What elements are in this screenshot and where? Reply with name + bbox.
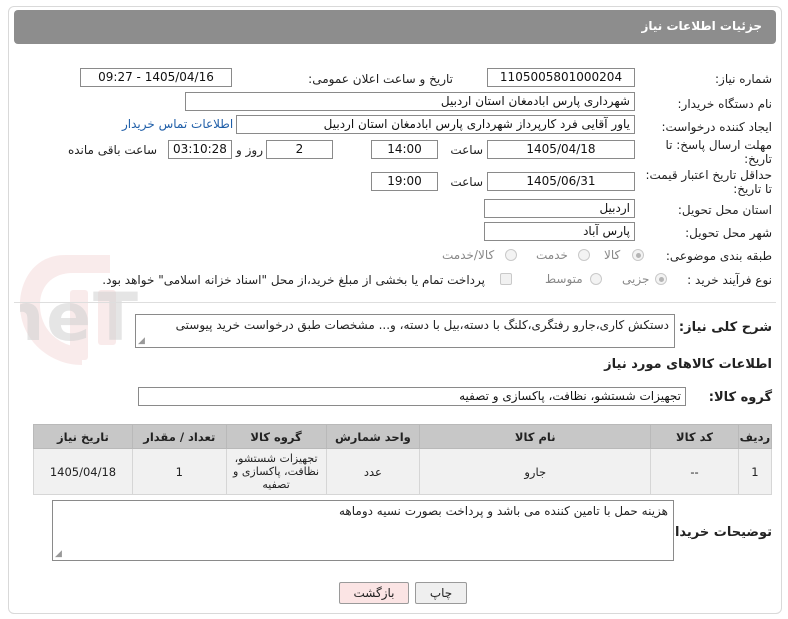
goods-table: ردیف کد کالا نام کالا واحد شمارش گروه کا… — [33, 424, 773, 495]
province-label: استان محل تحویل: — [677, 203, 772, 217]
print-button[interactable]: چاپ — [415, 582, 467, 604]
buyer-notes-label: توضیحات خریدار: — [662, 525, 772, 540]
category-radio-goods[interactable] — [632, 249, 644, 261]
col-row: ردیف — [737, 424, 773, 449]
deadline-label: مهلت ارسال پاسخ: تا — [665, 138, 772, 152]
divider — [14, 302, 776, 303]
description-label: شرح کلی نیاز: — [678, 320, 772, 335]
validity-time-field: 19:00 — [371, 172, 438, 191]
cell-quantity: 1 — [131, 448, 227, 495]
goods-section-title: اطلاعات کالاهای مورد نیاز — [604, 357, 772, 372]
buyer-contact-link[interactable]: اطلاعات تماس خریدار — [122, 117, 233, 131]
announce-date-label: تاریخ و ساعت اعلان عمومی: — [308, 72, 453, 86]
col-unit: واحد شمارش — [325, 424, 421, 449]
requester-field: یاور آقایی فرد کارپرداز شهرداری پارس ابا… — [236, 115, 635, 134]
page-header: جزئیات اطلاعات نیاز — [14, 10, 776, 44]
validity-time-label: ساعت — [450, 175, 483, 189]
cell-code: -- — [650, 448, 739, 495]
cell-unit: عدد — [325, 448, 421, 495]
category-label: طبقه بندی موضوعی: — [665, 249, 772, 263]
category-option-goods-service: کالا/خدمت — [442, 248, 495, 262]
description-textarea: دستکش کاری،جارو رفتگری،کلنگ با دسته،بیل … — [135, 314, 675, 348]
process-type-label: نوع فرآیند خرید : — [687, 273, 772, 287]
time-remaining-label: ساعت باقی مانده — [67, 143, 157, 157]
process-option-medium: متوسط — [545, 272, 583, 286]
col-name: نام کالا — [419, 424, 652, 449]
need-number-label: شماره نیاز: — [715, 72, 772, 86]
process-radio-minor[interactable] — [655, 273, 667, 285]
resize-grip-icon: ◢ — [138, 336, 145, 346]
city-field: پارس آباد — [484, 222, 635, 241]
cell-name: جارو — [419, 448, 652, 495]
process-radio-medium[interactable] — [590, 273, 602, 285]
validity-label: حداقل تاریخ اعتبار قیمت: — [645, 168, 772, 182]
category-radio-service[interactable] — [578, 249, 590, 261]
description-text: دستکش کاری،جارو رفتگری،کلنگ با دسته،بیل … — [175, 318, 669, 332]
deadline-time-label: ساعت — [450, 143, 483, 157]
buyer-org-field: شهرداری پارس ابادمغان استان اردبیل — [185, 92, 635, 111]
announce-date-field: 1405/04/16 - 09:27 — [80, 68, 232, 87]
time-remaining-field: 03:10:28 — [168, 140, 232, 159]
category-radio-goods-service[interactable] — [505, 249, 517, 261]
col-need-date: تاریخ نیاز — [33, 424, 133, 449]
cell-row: 1 — [737, 448, 773, 495]
process-option-minor: جزیی — [622, 272, 650, 286]
deadline-label-date: تاریخ: — [744, 152, 772, 166]
cell-group: تجهیزات شستشو، نظافت، پاکسازی و تصفیه — [225, 448, 327, 495]
cell-need-date: 1405/04/18 — [33, 448, 133, 495]
col-group: گروه کالا — [225, 424, 327, 449]
back-button[interactable]: بازگشت — [339, 582, 409, 604]
col-quantity: تعداد / مقدار — [131, 424, 227, 449]
goods-group-field: تجهیزات شستشو، نظافت، پاکسازی و تصفیه — [138, 387, 686, 406]
days-remaining-field: 2 — [266, 140, 333, 159]
col-code: کد کالا — [650, 424, 739, 449]
validity-date-field: 1405/06/31 — [487, 172, 635, 191]
treasury-payment-checkbox[interactable] — [500, 273, 512, 285]
buyer-notes-text: هزینه حمل با تامین کننده می باشد و پرداخ… — [339, 504, 668, 518]
province-field: اردبیل — [484, 199, 635, 218]
category-option-goods: کالا — [604, 248, 621, 262]
buyer-notes-textarea: هزینه حمل با تامین کننده می باشد و پرداخ… — [52, 500, 674, 561]
deadline-time-field: 14:00 — [371, 140, 438, 159]
goods-group-label: گروه کالا: — [708, 390, 772, 405]
validity-label-date: تا تاریخ: — [733, 182, 772, 196]
table-row: 1 -- جارو عدد تجهیزات شستشو، نظافت، پاکس… — [33, 448, 773, 495]
goods-table-header: ردیف کد کالا نام کالا واحد شمارش گروه کا… — [33, 424, 773, 449]
buyer-org-label: نام دستگاه خریدار: — [677, 97, 773, 111]
requester-label: ایجاد کننده درخواست: — [661, 120, 772, 134]
deadline-date-field: 1405/04/18 — [487, 140, 635, 159]
resize-grip-icon: ◢ — [55, 549, 62, 559]
category-option-service: خدمت — [536, 248, 568, 262]
need-number-field: 1105005801000204 — [487, 68, 635, 87]
page-title: جزئیات اطلاعات نیاز — [641, 19, 762, 33]
city-label: شهر محل تحویل: — [685, 226, 772, 240]
days-label: روز و — [236, 143, 263, 157]
treasury-payment-note: پرداخت تمام یا بخشی از مبلغ خرید،از محل … — [102, 273, 485, 287]
